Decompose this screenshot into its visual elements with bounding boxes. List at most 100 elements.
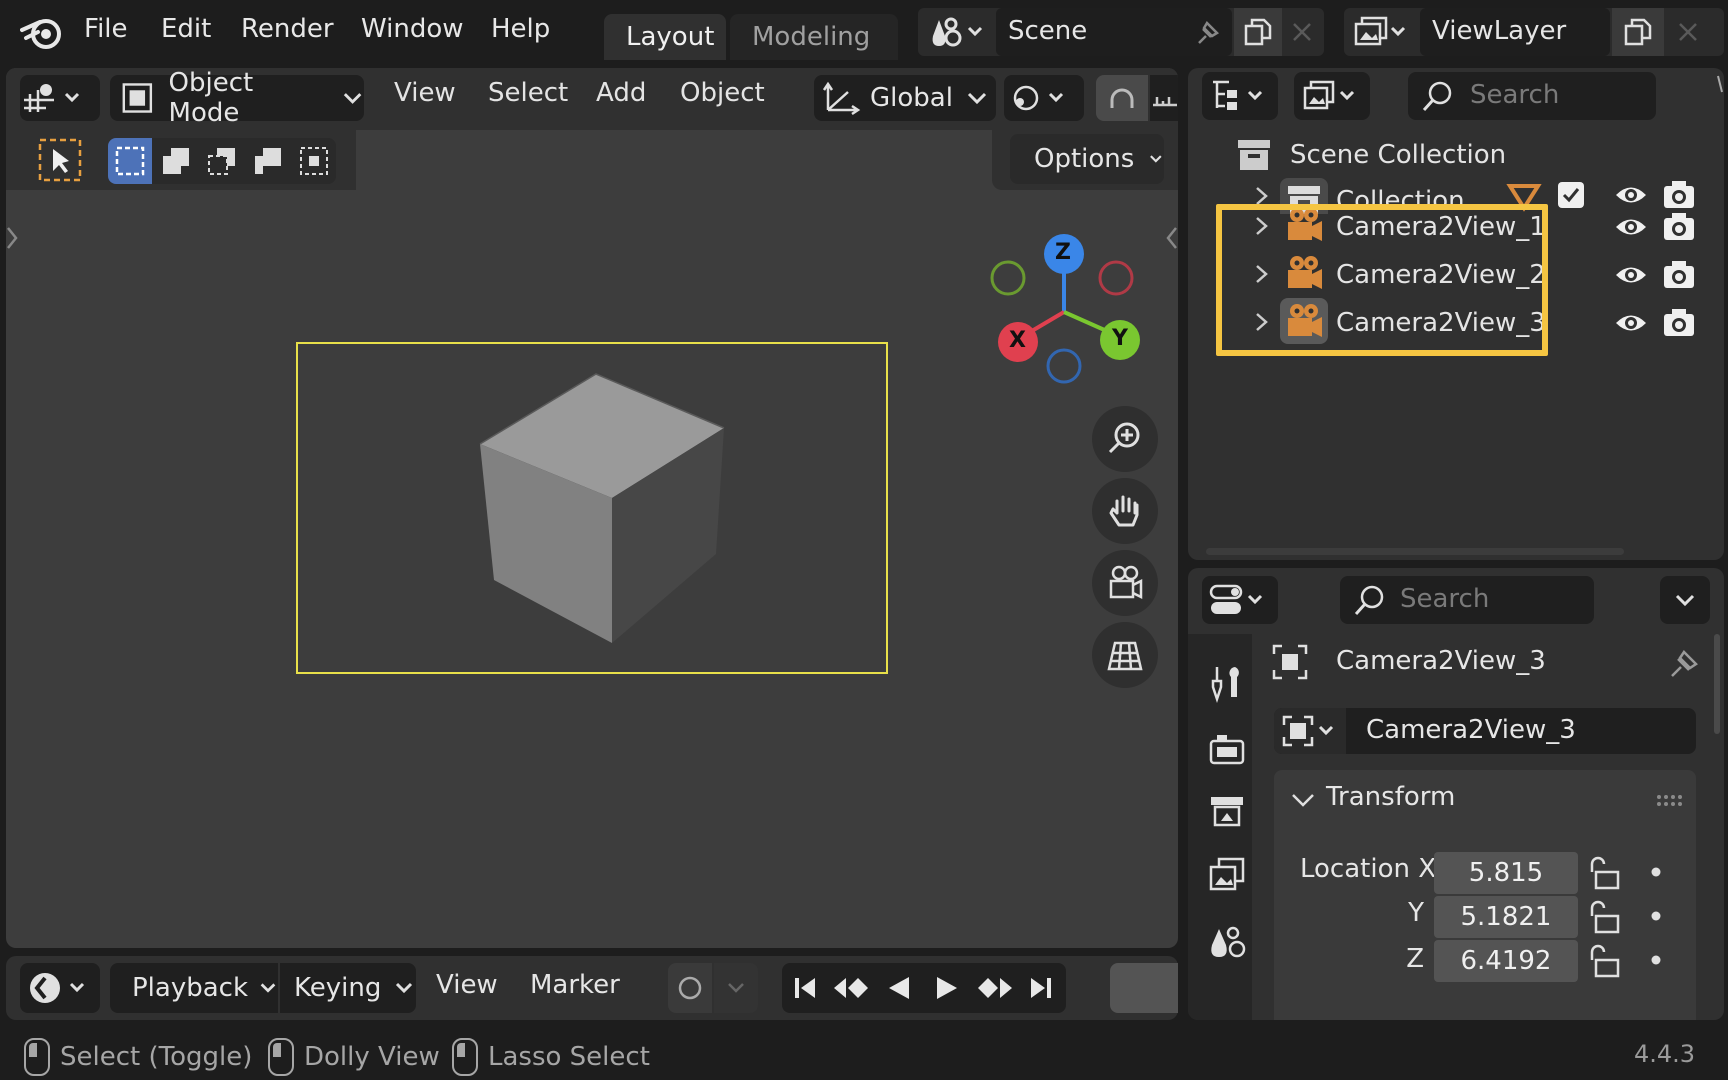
chevron-down-icon [260,983,276,993]
select-tool-button[interactable] [36,136,84,184]
select-subtract-button[interactable] [200,138,244,184]
ortho-toggle-button[interactable] [1092,622,1158,688]
auto-keying-toggle[interactable] [668,963,712,1013]
play-button[interactable] [924,963,970,1013]
playback-dropdown[interactable]: Playback [110,963,278,1013]
chevron-down-icon[interactable] [1290,790,1316,810]
timeline-editor-type-button[interactable] [20,963,100,1013]
chevron-down-icon [396,982,413,994]
select-new-button[interactable] [108,138,152,184]
menu-file[interactable]: File [84,14,128,44]
snap-options[interactable] [1150,75,1178,121]
menu-window[interactable]: Window [361,14,464,44]
viewport-menu-view[interactable]: View [394,78,456,108]
timeline-menu-view[interactable]: View [436,970,498,1000]
tab-tool[interactable] [1202,658,1252,708]
menu-help[interactable]: Help [491,14,550,44]
blender-logo-icon[interactable] [20,12,64,52]
properties-editor-type-button[interactable] [1202,576,1278,624]
auto-keying-options[interactable] [714,963,758,1013]
menu-render[interactable]: Render [241,14,334,44]
tab-scene[interactable] [1202,916,1252,966]
toolbar-expand-icon[interactable] [6,224,20,252]
scene-collection-label: Scene Collection [1290,140,1507,170]
transform-panel-title[interactable]: Transform [1326,782,1455,812]
properties-scrollbar[interactable] [1714,634,1720,734]
unlock-icon[interactable] [1586,900,1622,934]
eye-icon[interactable] [1614,262,1648,288]
zoom-button[interactable] [1092,406,1158,472]
keyframe-dot-icon[interactable] [1650,954,1662,966]
view-layer-dropdown-button[interactable] [1350,12,1414,52]
viewport-menu-object[interactable]: Object [680,78,765,108]
timeline-menu-marker[interactable]: Marker [530,970,620,1000]
location-x-field[interactable]: 5.815 [1434,852,1578,894]
pan-button[interactable] [1092,478,1158,544]
cube-object[interactable] [466,368,746,648]
pin-icon[interactable] [1666,644,1704,682]
location-z-value: 6.4192 [1460,946,1552,976]
snap-toggle[interactable] [1096,75,1148,121]
drag-handle-icon[interactable] [1656,794,1684,808]
orientation-dropdown[interactable]: Global [814,75,996,121]
render-camera-icon[interactable] [1662,306,1696,338]
new-scene-button[interactable] [1234,8,1282,56]
sidebar-expand-icon[interactable] [1164,224,1178,252]
prev-keyframe-button[interactable] [828,963,876,1013]
keyframe-dot-icon[interactable] [1650,866,1662,878]
play-icon [937,977,957,999]
select-intersect-button[interactable] [292,138,336,184]
select-difference-button[interactable] [246,138,290,184]
viewport-menu-select[interactable]: Select [488,78,568,108]
location-y-field[interactable]: 5.1821 [1434,896,1578,938]
render-camera-icon[interactable] [1662,258,1696,290]
options-dropdown[interactable]: Options [1010,134,1164,184]
tab-view-layer[interactable] [1202,850,1252,900]
tab-render[interactable] [1202,724,1252,774]
object-browse-button[interactable] [1274,708,1346,754]
outliner-search-input[interactable]: Search [1408,72,1656,120]
tab-modeling[interactable]: Modeling [730,14,898,60]
viewport-menu-add[interactable]: Add [596,78,646,108]
next-keyframe-button[interactable] [970,963,1018,1013]
eye-icon[interactable] [1614,214,1648,240]
unlock-icon[interactable] [1586,856,1622,890]
eye-icon[interactable] [1614,310,1648,336]
play-reverse-button[interactable] [876,963,922,1013]
outliner-scrollbar[interactable] [1206,548,1624,555]
properties-search-input[interactable]: Search [1340,576,1594,624]
scene-collection-row[interactable]: Scene Collection [1188,132,1724,178]
view-layer-name-field[interactable]: ViewLayer [1420,8,1610,56]
duplicate-icon [1624,18,1652,46]
current-frame-field[interactable] [1110,963,1178,1013]
menu-edit[interactable]: Edit [161,14,211,44]
jump-start-button[interactable] [782,963,828,1013]
delete-scene-button[interactable] [1284,14,1320,50]
properties-options-dropdown[interactable] [1660,576,1710,624]
tab-layout[interactable]: Layout [604,14,726,60]
render-camera-icon[interactable] [1662,210,1696,242]
select-extend-button[interactable] [154,138,198,184]
pin-icon[interactable] [1188,14,1228,50]
outliner-editor-type-button[interactable] [1202,72,1278,120]
mode-dropdown[interactable]: Object Mode [110,68,364,128]
editor-type-button[interactable] [20,75,100,121]
chevron-down-icon [728,983,744,993]
location-z-field[interactable]: 6.4192 [1434,940,1578,982]
camera-view-button[interactable] [1092,550,1158,616]
pivot-point-dropdown[interactable] [1004,75,1084,121]
delete-view-layer-button[interactable] [1668,14,1708,50]
display-mode-dropdown[interactable] [1294,72,1370,120]
object-datablock-name[interactable]: Camera2View_3 [1366,715,1576,745]
unlock-icon[interactable] [1586,944,1622,978]
new-view-layer-button[interactable] [1612,8,1664,56]
keying-dropdown[interactable]: Keying [280,963,416,1013]
scene-dropdown-button[interactable] [924,12,994,52]
tab-output[interactable] [1202,786,1252,836]
outliner-filter-edge-icon[interactable] [1716,74,1724,94]
keyframe-dot-icon[interactable] [1650,910,1662,922]
viewport-3d[interactable]: Object Mode View Select Add Object Globa… [6,68,1178,948]
chevron-down-icon [1150,155,1162,163]
jump-end-button[interactable] [1018,963,1064,1013]
status-dolly-hint: Dolly View [268,1038,440,1076]
